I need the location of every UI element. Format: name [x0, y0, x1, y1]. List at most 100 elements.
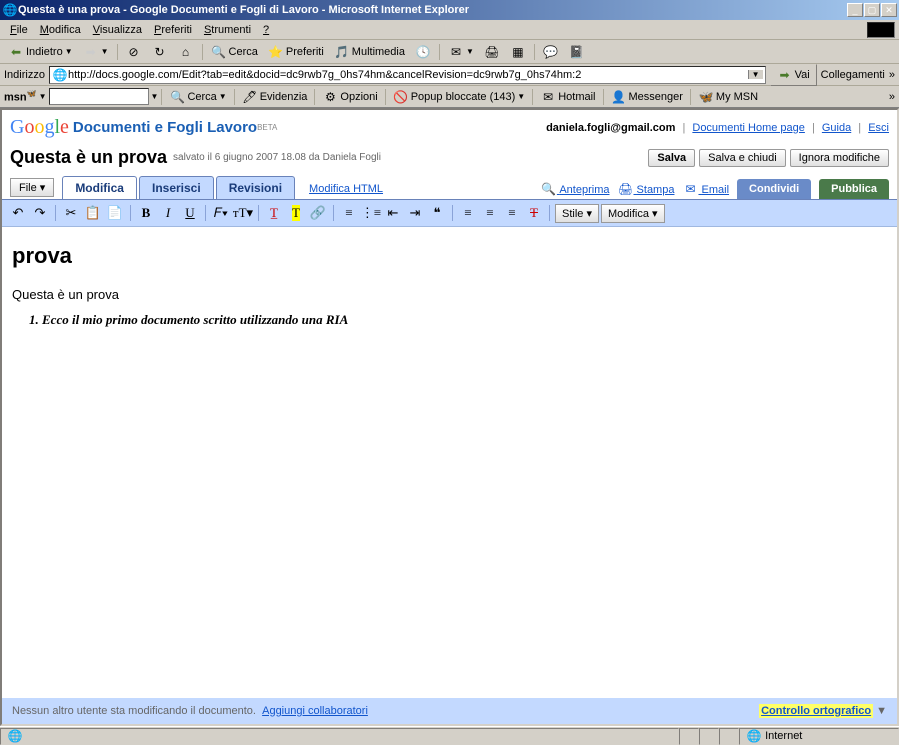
bold-button[interactable]: B: [136, 203, 156, 223]
file-menu-button[interactable]: File ▾: [10, 178, 54, 197]
address-bar: Indirizzo 🌐 ▼ ➡Vai Collegamenti »: [0, 64, 899, 86]
redo-button[interactable]: ↷: [30, 203, 50, 223]
save-button[interactable]: Salva: [648, 149, 695, 167]
indent-button[interactable]: ⇥: [405, 203, 425, 223]
msn-highlight-button[interactable]: 🖊Evidenzia: [238, 88, 312, 106]
user-email: daniela.fogli@gmail.com: [546, 122, 675, 134]
msn-mymsn-button[interactable]: 🦋My MSN: [694, 88, 762, 106]
doc-heading[interactable]: prova: [12, 243, 887, 269]
link-button[interactable]: 🔗: [308, 203, 328, 223]
minimize-button[interactable]: _: [847, 3, 863, 17]
doc-title[interactable]: Questa è un prova: [10, 147, 167, 168]
msn-dropdown[interactable]: ▼: [39, 92, 47, 101]
bgcolor-button[interactable]: T: [286, 203, 306, 223]
forward-button[interactable]: ➡▼: [79, 42, 113, 62]
alignright-button[interactable]: ≡: [502, 203, 522, 223]
alignleft-button[interactable]: ≡: [458, 203, 478, 223]
history-button[interactable]: 🕓: [411, 42, 435, 62]
links-expand[interactable]: »: [889, 69, 895, 81]
msn-messenger-button[interactable]: 👤Messenger: [607, 88, 687, 106]
italic-button[interactable]: I: [158, 203, 178, 223]
address-dropdown[interactable]: ▼: [748, 70, 763, 79]
email-link[interactable]: ✉ Email: [682, 181, 729, 197]
print-button[interactable]: 🖨: [480, 42, 504, 62]
discuss-button[interactable]: 💬: [539, 42, 563, 62]
bullist-button[interactable]: ⋮≡: [361, 203, 381, 223]
google-logo[interactable]: Google: [10, 116, 69, 139]
menu-help[interactable]: ?: [257, 22, 275, 38]
copy-button[interactable]: 📋: [83, 203, 103, 223]
msn-expand[interactable]: »: [889, 91, 895, 103]
modifica-dropdown[interactable]: Modifica ▾: [601, 204, 665, 223]
history-icon: 🕓: [415, 44, 431, 60]
outdent-button[interactable]: ⇤: [383, 203, 403, 223]
go-button[interactable]: ➡Vai: [770, 64, 817, 86]
msn-logo[interactable]: msn🦋: [4, 89, 37, 104]
home-button[interactable]: ⌂: [174, 42, 198, 62]
msn-mymsn-label: My MSN: [716, 91, 758, 103]
paste-button[interactable]: 📄: [105, 203, 125, 223]
removefmt-button[interactable]: T: [524, 203, 544, 223]
search-button[interactable]: 🔍Cerca: [207, 42, 262, 62]
star-icon: ⭐: [268, 44, 284, 60]
mail-button[interactable]: ✉▼: [444, 42, 478, 62]
menu-preferiti[interactable]: Preferiti: [148, 22, 198, 38]
spellcheck-dropdown-icon[interactable]: ▼: [876, 705, 887, 717]
tab-inserisci[interactable]: Inserisci: [139, 176, 214, 199]
msn-search-input[interactable]: [49, 88, 149, 105]
cut-button[interactable]: ✂: [61, 203, 81, 223]
msn-search-dd[interactable]: ▼: [151, 92, 159, 101]
edit-button[interactable]: ▦: [506, 42, 530, 62]
media-button[interactable]: 🎵Multimedia: [330, 42, 409, 62]
undo-button[interactable]: ↶: [8, 203, 28, 223]
spellcheck-link[interactable]: Controllo ortografico: [759, 704, 873, 718]
style-dropdown[interactable]: Stile ▾: [555, 204, 599, 223]
page-icon: 🌐: [52, 67, 68, 83]
research-button[interactable]: 📓: [565, 42, 589, 62]
media-label: Multimedia: [352, 46, 405, 58]
menu-visualizza[interactable]: Visualizza: [87, 22, 148, 38]
tab-modifica[interactable]: Modifica: [62, 176, 137, 199]
favorites-button[interactable]: ⭐Preferiti: [264, 42, 328, 62]
stop-button[interactable]: ⊘: [122, 42, 146, 62]
doc-list-item[interactable]: Ecco il mio primo documento scritto util…: [42, 312, 887, 328]
window-title: Questa è una prova - Google Documenti e …: [18, 4, 847, 16]
document-editor[interactable]: prova Questa è un prova Ecco il mio prim…: [2, 227, 897, 698]
msn-options-button[interactable]: ⚙Opzioni: [318, 88, 381, 106]
save-close-button[interactable]: Salva e chiudi: [699, 149, 786, 167]
underline-button[interactable]: U: [180, 203, 200, 223]
menu-modifica[interactable]: Modifica: [34, 22, 87, 38]
fontsize-button[interactable]: ᴛT▾: [233, 203, 253, 223]
msn-cerca-button[interactable]: 🔍Cerca▼: [165, 88, 230, 106]
aligncenter-button[interactable]: ≡: [480, 203, 500, 223]
discard-button[interactable]: Ignora modifiche: [790, 149, 889, 167]
help-link[interactable]: Guida: [822, 122, 851, 134]
highlight-icon: 🖊: [242, 89, 258, 105]
close-button[interactable]: ✕: [881, 3, 897, 17]
address-input[interactable]: [68, 69, 748, 81]
doc-saved-info: salvato il 6 giugno 2007 18.08 da Daniel…: [173, 152, 381, 163]
menu-file[interactable]: File: [4, 22, 34, 38]
add-collaborators-link[interactable]: Aggiungi collaboratori: [262, 705, 368, 717]
tab-revisioni[interactable]: Revisioni: [216, 176, 295, 199]
print-link[interactable]: 🖨 Stampa: [617, 181, 674, 197]
msn-hotmail-button[interactable]: ✉Hotmail: [536, 88, 599, 106]
quote-button[interactable]: ❝: [427, 203, 447, 223]
back-button[interactable]: ⬅Indietro▼: [4, 42, 77, 62]
maximize-button[interactable]: ▢: [864, 3, 880, 17]
numlist-button[interactable]: ≡: [339, 203, 359, 223]
status-p2: [699, 728, 719, 745]
links-label[interactable]: Collegamenti: [821, 69, 885, 81]
textcolor-button[interactable]: T̲: [264, 203, 284, 223]
tab-modifica-html[interactable]: Modifica HTML: [297, 179, 395, 199]
refresh-button[interactable]: ↻: [148, 42, 172, 62]
menu-strumenti[interactable]: Strumenti: [198, 22, 257, 38]
publish-tab[interactable]: Pubblica: [819, 179, 889, 199]
msn-popup-button[interactable]: 🚫Popup bloccate (143)▼: [389, 88, 530, 106]
share-tab[interactable]: Condividi: [737, 179, 811, 199]
font-button[interactable]: 𝐹▾: [211, 203, 231, 223]
preview-link[interactable]: 🔍 Anteprima: [541, 181, 610, 197]
docs-home-link[interactable]: Documenti Home page: [692, 122, 805, 134]
doc-paragraph[interactable]: Questa è un prova: [12, 287, 887, 302]
logout-link[interactable]: Esci: [868, 122, 889, 134]
